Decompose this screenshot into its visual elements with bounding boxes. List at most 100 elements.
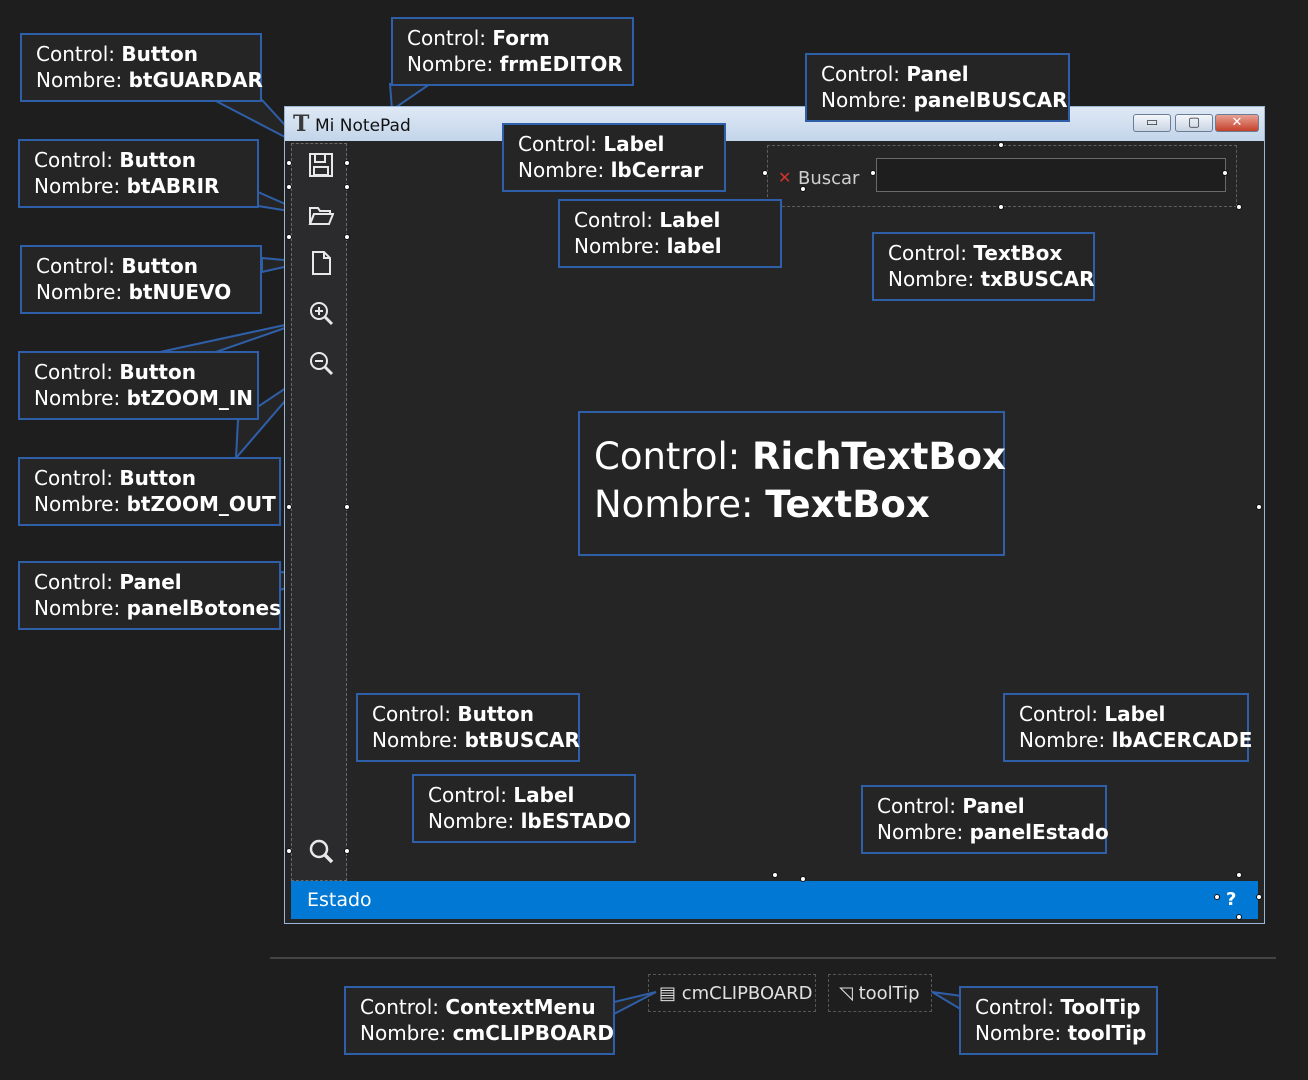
control-type: Label: [1104, 702, 1166, 726]
title-bar[interactable]: T Mi NotePad ▭ ▢ ✕: [285, 107, 1264, 141]
zoom-in-button[interactable]: [306, 300, 336, 330]
control-type: Button: [119, 466, 196, 490]
selection-handle: [1236, 872, 1242, 878]
save-icon: [309, 153, 333, 177]
selection-handle: [762, 170, 768, 176]
maximize-button[interactable]: ▢: [1175, 114, 1213, 132]
app-icon: T: [293, 111, 310, 137]
name-prefix: Nombre:: [975, 1021, 1068, 1045]
search-icon: [309, 839, 334, 864]
control-name: btZOOM_IN: [126, 386, 254, 410]
name-prefix: Nombre:: [372, 728, 465, 752]
control-type: Form: [492, 26, 550, 50]
callout-btabrir: Control: Button Nombre: btABRIR: [18, 139, 259, 208]
control-name: lbESTADO: [520, 809, 631, 833]
selection-handle: [344, 234, 350, 240]
control-prefix: Control:: [518, 132, 604, 156]
context-menu-icon: ▤: [659, 983, 682, 1004]
panel-buscar: ✕ Buscar: [767, 145, 1237, 207]
callout-lbestado: Control: Label Nombre: lbESTADO: [412, 774, 636, 843]
about-label[interactable]: ?: [1226, 889, 1236, 910]
callout-panelbuscar: Control: Panel Nombre: panelBUSCAR: [805, 53, 1070, 122]
callout-tooltip: Control: ToolTip Nombre: toolTip: [959, 986, 1158, 1055]
control-prefix: Control:: [360, 995, 446, 1019]
control-prefix: Control:: [407, 26, 493, 50]
control-prefix: Control:: [34, 360, 120, 384]
control-prefix: Control:: [821, 62, 907, 86]
name-prefix: Nombre:: [1019, 728, 1112, 752]
control-prefix: Control:: [428, 783, 514, 807]
tray-divider: [270, 957, 1276, 959]
control-name: lbACERCADE: [1111, 728, 1253, 752]
control-type: Label: [659, 208, 721, 232]
name-prefix: Nombre:: [574, 234, 667, 258]
control-type: ContextMenu: [445, 995, 596, 1019]
window-title: Mi NotePad: [315, 116, 411, 136]
name-prefix: Nombre:: [407, 52, 500, 76]
folder-open-icon: [308, 207, 335, 225]
open-button[interactable]: [306, 202, 336, 232]
control-name: btZOOM_OUT: [126, 492, 276, 516]
control-type: Label: [603, 132, 665, 156]
selection-handle: [286, 160, 292, 166]
control-prefix: Control:: [36, 42, 122, 66]
name-prefix: Nombre:: [877, 820, 970, 844]
selection-handle: [1256, 504, 1262, 510]
control-type: Button: [121, 42, 198, 66]
selection-handle: [344, 184, 350, 190]
selection-handle: [998, 142, 1004, 148]
callout-label: Control: Label Nombre: label: [558, 199, 782, 268]
search-label: Buscar: [798, 168, 860, 189]
selection-handle: [286, 234, 292, 240]
tray-tooltip[interactable]: ◹ toolTip: [828, 974, 932, 1012]
close-button[interactable]: ✕: [1215, 114, 1259, 132]
selection-handle: [772, 872, 778, 878]
name-prefix: Nombre:: [428, 809, 521, 833]
close-search-label[interactable]: ✕: [778, 168, 791, 187]
zoom-out-button[interactable]: [306, 350, 336, 380]
control-type: Panel: [906, 62, 969, 86]
callout-btguardar: Control: Button Nombre: btGUARDAR: [20, 33, 263, 102]
panel-estado: Estado ?: [291, 881, 1258, 919]
control-prefix: Control:: [34, 570, 120, 594]
selection-handle: [1256, 894, 1262, 900]
selection-handle: [1222, 170, 1228, 176]
name-prefix: Nombre:: [34, 492, 127, 516]
name-prefix: Nombre:: [594, 483, 766, 526]
selection-handle: [800, 876, 806, 882]
control-name: btABRIR: [126, 174, 220, 198]
selection-handle: [344, 160, 350, 166]
control-prefix: Control:: [34, 466, 120, 490]
control-name: toolTip: [1067, 1021, 1147, 1045]
control-name: cmCLIPBOARD: [452, 1021, 614, 1045]
status-label: Estado: [307, 889, 372, 911]
name-prefix: Nombre:: [36, 68, 129, 92]
selection-handle: [1236, 914, 1242, 920]
control-prefix: Control:: [877, 794, 963, 818]
control-type: TextBox: [973, 241, 1063, 265]
control-name: TextBox: [765, 483, 930, 526]
control-type: RichTextBox: [751, 435, 1006, 478]
minimize-button[interactable]: ▭: [1133, 114, 1171, 132]
search-input[interactable]: [876, 158, 1226, 192]
control-name: panelBUSCAR: [913, 88, 1068, 112]
name-prefix: Nombre:: [518, 158, 611, 182]
callout-btzoom-out: Control: Button Nombre: btZOOM_OUT: [18, 457, 281, 526]
control-prefix: Control:: [888, 241, 974, 265]
name-prefix: Nombre:: [821, 88, 914, 112]
control-name: lbCerrar: [610, 158, 704, 182]
control-type: Panel: [119, 570, 182, 594]
control-name: frmEDITOR: [499, 52, 623, 76]
callout-lbcerrar: Control: Label Nombre: lbCerrar: [502, 123, 726, 192]
callout-panelbotones: Control: Panel Nombre: panelBotones: [18, 561, 281, 630]
save-button[interactable]: [306, 152, 336, 182]
control-name: txBUSCAR: [980, 267, 1095, 291]
tray-context-menu[interactable]: ▤ cmCLIPBOARD: [648, 974, 816, 1012]
callout-form: Control: Form Nombre: frmEDITOR: [391, 17, 634, 86]
search-button[interactable]: [306, 838, 336, 868]
new-button[interactable]: [306, 250, 336, 280]
zoom-in-icon: [310, 302, 334, 326]
selection-handle: [344, 848, 350, 854]
callout-txbuscar: Control: TextBox Nombre: txBUSCAR: [872, 232, 1095, 301]
callout-btbuscar: Control: Button Nombre: btBUSCAR: [356, 693, 580, 762]
